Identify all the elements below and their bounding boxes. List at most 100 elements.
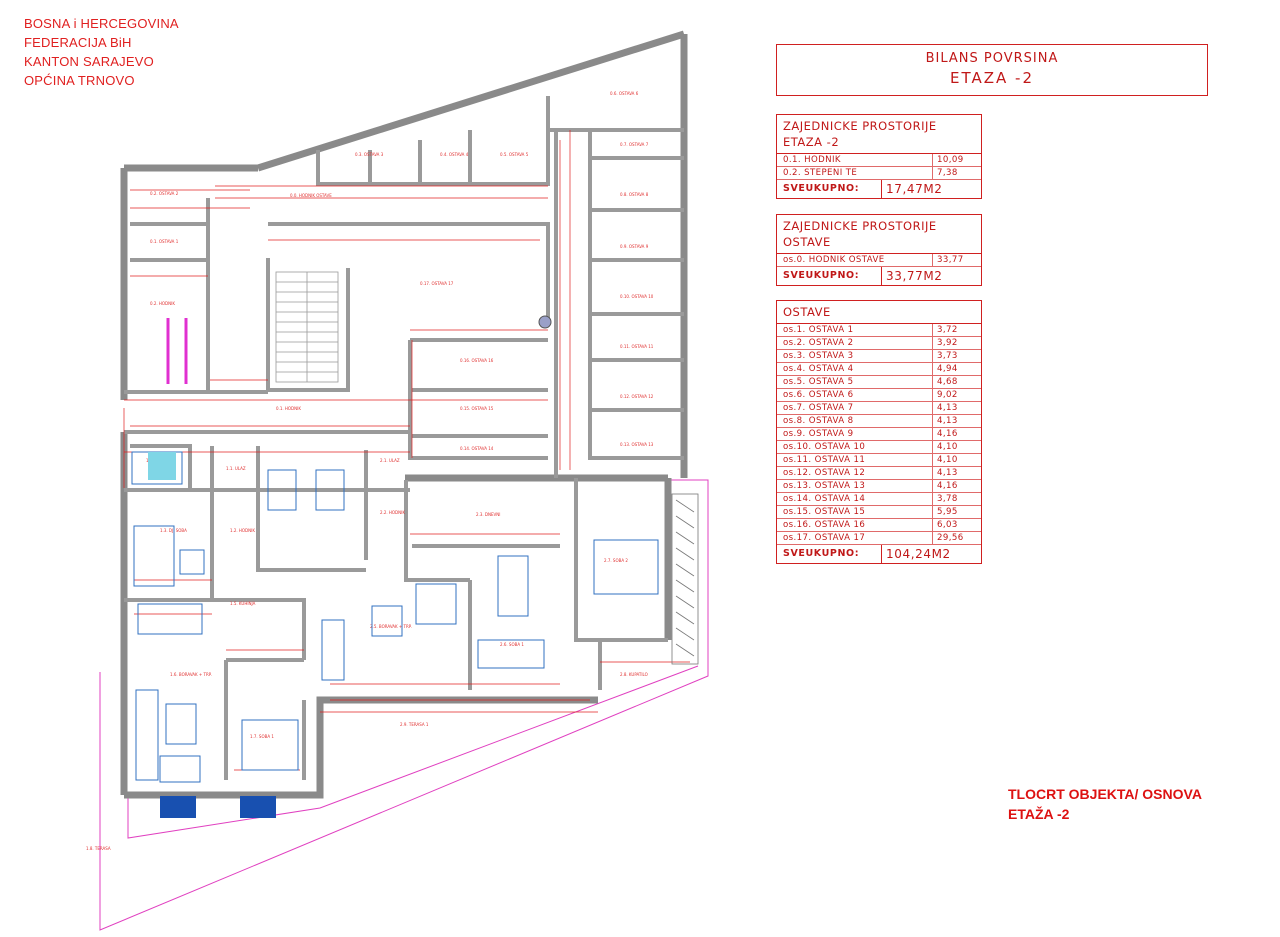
row-value: 7,38 <box>932 167 981 179</box>
table-row: os.13. OSTAVA 13 4,16 <box>777 480 981 493</box>
row-name: os.16. OSTAVA 16 <box>783 520 866 530</box>
storage-common-table: ZAJEDNICKE PROSTORIJE OSTAVE os.0. HODNI… <box>776 214 982 286</box>
row-name: os.14. OSTAVA 14 <box>783 494 866 504</box>
table-row: os.8. OSTAVA 8 4,13 <box>777 415 981 428</box>
row-value: 4,13 <box>932 415 981 427</box>
svg-text:0.16. OSTAVA 16: 0.16. OSTAVA 16 <box>460 358 494 363</box>
row-value: 4,16 <box>932 480 981 492</box>
row-name: os.9. OSTAVA 9 <box>783 429 854 439</box>
row-name: os.4. OSTAVA 4 <box>783 364 854 374</box>
svg-text:0.7. OSTAVA 7: 0.7. OSTAVA 7 <box>620 142 649 147</box>
svg-text:0.0. HODNIK OSTAVE: 0.0. HODNIK OSTAVE <box>290 193 332 198</box>
svg-text:2.2. HODNIK: 2.2. HODNIK <box>380 510 405 515</box>
total-label: SVEUKUPNO: <box>783 548 860 559</box>
total-label: SVEUKUPNO: <box>783 183 860 194</box>
table-row: os.11. OSTAVA 11 4,10 <box>777 454 981 467</box>
row-name: os.0. HODNIK OSTAVE <box>783 255 885 265</box>
drawing-title-line-1: TLOCRT OBJEKTA/ OSNOVA <box>1008 786 1202 802</box>
svg-text:2.6. SOBA 1: 2.6. SOBA 1 <box>500 642 524 647</box>
table-row: os.12. OSTAVA 12 4,13 <box>777 467 981 480</box>
table-row: os.0. HODNIK OSTAVE 33,77 <box>777 254 981 267</box>
svg-text:0.15. OSTAVA 15: 0.15. OSTAVA 15 <box>460 406 494 411</box>
row-name: os.8. OSTAVA 8 <box>783 416 854 426</box>
row-name: os.11. OSTAVA 11 <box>783 455 866 465</box>
row-name: os.1. OSTAVA 1 <box>783 325 854 335</box>
table-row: os.1. OSTAVA 1 3,72 <box>777 324 981 337</box>
total-row: SVEUKUPNO: 33,77M2 <box>777 267 981 285</box>
svg-text:2.8. KUPATILO: 2.8. KUPATILO <box>620 672 648 677</box>
row-value: 4,10 <box>932 454 981 466</box>
floor-plan-drawing: 0.2. OSTAVA 2 0.1. OSTAVA 1 0.2. HODNIK … <box>86 30 709 931</box>
svg-text:0.3. OSTAVA 3: 0.3. OSTAVA 3 <box>355 152 384 157</box>
total-value: 17,47M2 <box>881 180 981 198</box>
row-name: os.13. OSTAVA 13 <box>783 481 866 491</box>
total-label: SVEUKUPNO: <box>783 270 860 281</box>
svg-text:2.7. SOBA 2: 2.7. SOBA 2 <box>604 558 628 563</box>
table-row: os.2. OSTAVA 2 3,92 <box>777 337 981 350</box>
row-name: os.5. OSTAVA 5 <box>783 377 854 387</box>
row-value: 29,56 <box>932 532 981 544</box>
svg-text:1.8. TERASA: 1.8. TERASA <box>86 846 111 851</box>
table-row: os.17. OSTAVA 17 29,56 <box>777 532 981 545</box>
row-name: os.2. OSTAVA 2 <box>783 338 854 348</box>
row-name: os.15. OSTAVA 15 <box>783 507 866 517</box>
title-line-1: BILANS POVRSINA <box>925 51 1059 66</box>
svg-text:0.6. OSTAVA 6: 0.6. OSTAVA 6 <box>610 91 639 96</box>
svg-text:0.9. OSTAVA 9: 0.9. OSTAVA 9 <box>620 244 649 249</box>
common-areas-table: ZAJEDNICKE PROSTORIJE ETAZA -2 0.1. HODN… <box>776 114 982 199</box>
svg-text:0.2. HODNIK: 0.2. HODNIK <box>150 301 175 306</box>
svg-text:1.7. SOBA 1: 1.7. SOBA 1 <box>250 734 274 739</box>
svg-text:0.4. OSTAVA 4: 0.4. OSTAVA 4 <box>440 152 469 157</box>
svg-text:0.17. OSTAVA 17: 0.17. OSTAVA 17 <box>420 281 454 286</box>
total-row: SVEUKUPNO: 104,24M2 <box>777 545 981 563</box>
table-row: os.6. OSTAVA 6 9,02 <box>777 389 981 402</box>
row-value: 3,72 <box>932 324 981 336</box>
table-row: os.5. OSTAVA 5 4,68 <box>777 376 981 389</box>
row-name: os.12. OSTAVA 12 <box>783 468 866 478</box>
svg-text:2.1. ULAZ: 2.1. ULAZ <box>380 458 400 463</box>
table-row: 0.1. HODNIK 10,09 <box>777 154 981 167</box>
row-value: 4,94 <box>932 363 981 375</box>
inner-walls <box>124 96 684 780</box>
svg-text:1.5. KUHINJA: 1.5. KUHINJA <box>230 601 256 606</box>
row-value: 3,78 <box>932 493 981 505</box>
row-value: 9,02 <box>932 389 981 401</box>
row-name: os.3. OSTAVA 3 <box>783 351 854 361</box>
common-areas-heading: ZAJEDNICKE PROSTORIJE ETAZA -2 <box>777 115 981 154</box>
table-row: os.9. OSTAVA 9 4,16 <box>777 428 981 441</box>
svg-text:0.14. OSTAVA 14: 0.14. OSTAVA 14 <box>460 446 494 451</box>
row-value: 6,03 <box>932 519 981 531</box>
row-value: 4,16 <box>932 428 981 440</box>
title-line-2: ETAZA -2 <box>950 69 1034 87</box>
row-value: 3,92 <box>932 337 981 349</box>
row-name: os.6. OSTAVA 6 <box>783 390 854 400</box>
row-name: os.10. OSTAVA 10 <box>783 442 866 452</box>
storages-heading: OSTAVE <box>777 301 981 324</box>
table-row: os.3. OSTAVA 3 3,73 <box>777 350 981 363</box>
hatched-wall <box>671 493 699 665</box>
table-row: os.10. OSTAVA 10 4,10 <box>777 441 981 454</box>
column-marker <box>538 315 552 329</box>
row-value: 5,95 <box>932 506 981 518</box>
row-name: os.7. OSTAVA 7 <box>783 403 854 413</box>
row-value: 4,10 <box>932 441 981 453</box>
total-row: SVEUKUPNO: 17,47M2 <box>777 180 981 198</box>
storage-common-heading-line-2: OSTAVE <box>783 235 831 249</box>
area-balance-title: BILANS POVRSINA ETAZA -2 <box>776 44 1208 96</box>
storages-rows: os.1. OSTAVA 1 3,72 os.2. OSTAVA 2 3,92 os.3… <box>777 324 981 545</box>
table-row: os.4. OSTAVA 4 4,94 <box>777 363 981 376</box>
table-row: 0.2. STEPENI TE 7,38 <box>777 167 981 180</box>
table-row: os.15. OSTAVA 15 5,95 <box>777 506 981 519</box>
svg-text:1.1. ULAZ: 1.1. ULAZ <box>226 466 246 471</box>
storage-common-heading-line-1: ZAJEDNICKE PROSTORIJE <box>783 219 937 233</box>
svg-text:0.10. OSTAVA 10: 0.10. OSTAVA 10 <box>620 294 654 299</box>
storages-table: OSTAVE os.1. OSTAVA 1 3,72 os.2. OSTAVA 2 3… <box>776 300 982 564</box>
table-row: os.16. OSTAVA 16 6,03 <box>777 519 981 532</box>
row-name: 0.2. STEPENI TE <box>783 168 858 178</box>
svg-text:0.1. HODNIK: 0.1. HODNIK <box>276 406 301 411</box>
drawing-title-line-2: ETAŽA -2 <box>1008 806 1070 822</box>
svg-text:1.6. BORAVAK + TRP.: 1.6. BORAVAK + TRP. <box>170 672 212 677</box>
svg-text:1.2. HODNIK: 1.2. HODNIK <box>230 528 255 533</box>
row-value: 10,09 <box>932 154 981 166</box>
row-value: 4,13 <box>932 402 981 414</box>
